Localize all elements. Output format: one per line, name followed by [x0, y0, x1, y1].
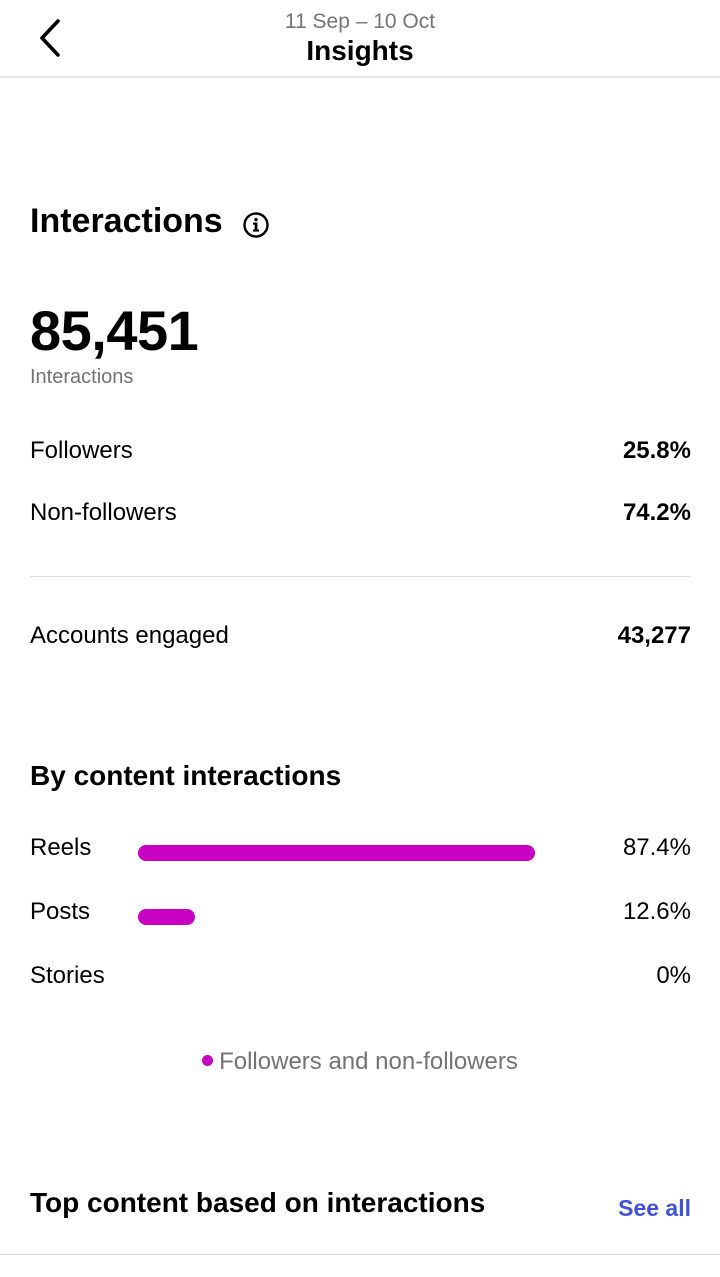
followers-value: 25.8% [622, 437, 691, 464]
page-title: Insights [306, 35, 414, 66]
content-label: Reels [30, 834, 92, 861]
followers-label: Followers [30, 437, 133, 464]
content-value: 87.4% [622, 834, 691, 861]
section-divider [30, 576, 691, 577]
content-value: 12.6% [622, 898, 691, 925]
accounts-engaged-value: 43,277 [617, 622, 691, 649]
bottom-divider [0, 1254, 720, 1255]
accounts-engaged-label: Accounts engaged [30, 622, 229, 649]
non-followers-label: Non-followers [30, 499, 177, 526]
legend-dot-icon [202, 1055, 214, 1067]
bar-track [138, 909, 536, 925]
insights-screen: 11 Sep – 10 Oct Insights Interactions 85… [0, 0, 720, 1277]
content-label: Posts [30, 898, 91, 925]
non-followers-row: Non-followers 74.2% [30, 499, 691, 533]
bar-fill-posts [138, 909, 195, 925]
followers-row: Followers 25.8% [30, 437, 691, 471]
top-content-heading: Top content based on interactions [30, 1187, 486, 1218]
info-circle-icon[interactable] [242, 211, 270, 239]
content-row-posts: Posts 12.6% [30, 898, 691, 932]
top-bar: 11 Sep – 10 Oct Insights [0, 0, 720, 78]
content-value: 0% [656, 962, 691, 989]
bar-fill-reels [138, 845, 535, 861]
content-row-stories: Stories 0% [30, 962, 691, 996]
legend-label: Followers and non-followers [219, 1048, 518, 1075]
date-range: 11 Sep – 10 Oct [284, 10, 436, 33]
chart-legend: Followers and non-followers [0, 1048, 720, 1076]
interactions-total: 85,451 [30, 299, 199, 362]
see-all-link[interactable]: See all [618, 1195, 691, 1222]
non-followers-value: 74.2% [622, 499, 691, 526]
accounts-engaged-row: Accounts engaged 43,277 [30, 622, 691, 656]
by-content-heading: By content interactions [30, 760, 342, 791]
bar-track [138, 973, 536, 989]
content-label: Stories [30, 962, 105, 989]
content-row-reels: Reels 87.4% [30, 834, 691, 868]
interactions-total-caption: Interactions [30, 366, 134, 388]
bar-track [138, 845, 536, 861]
interactions-heading: Interactions [30, 202, 223, 240]
